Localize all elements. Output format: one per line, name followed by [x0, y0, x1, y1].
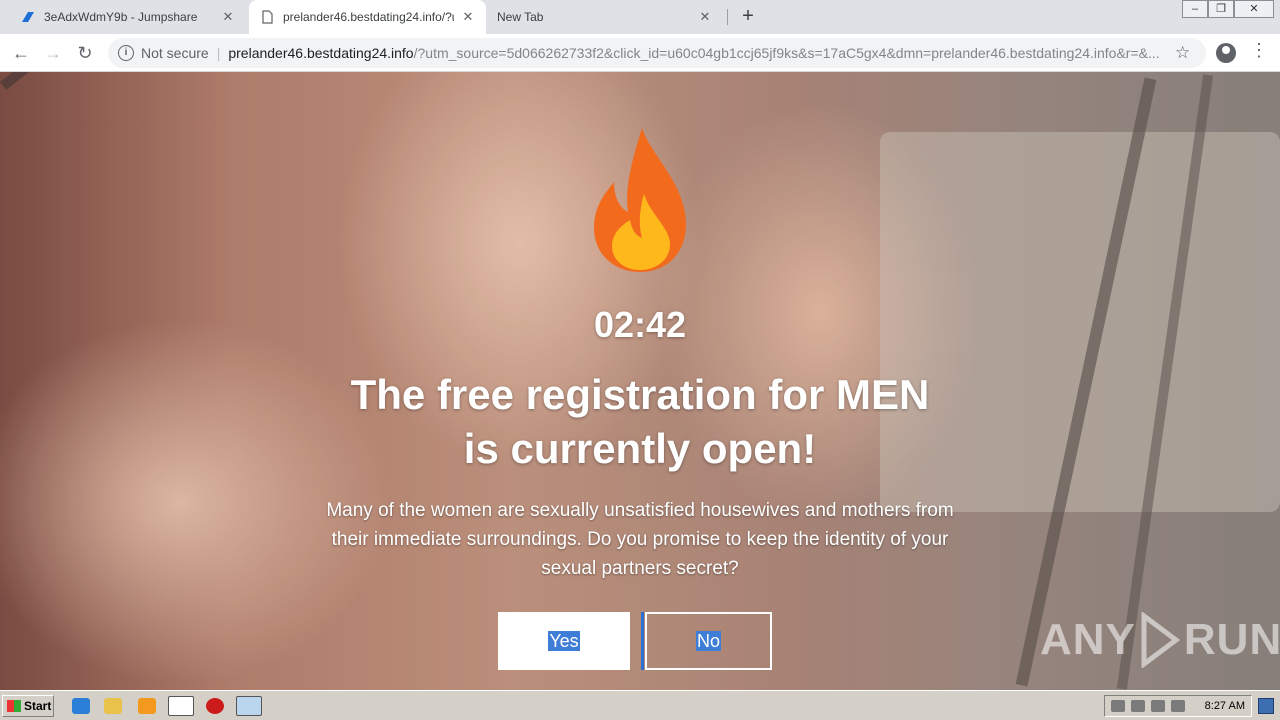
close-tab-icon[interactable]: ✕	[220, 9, 236, 25]
chrome-icon[interactable]	[168, 696, 194, 716]
close-icon[interactable]: ✕	[1234, 0, 1274, 18]
tab-separator	[727, 9, 728, 25]
play-logo-icon	[1141, 612, 1180, 668]
system-tray: 8:27 AM	[1104, 695, 1252, 717]
close-tab-icon[interactable]: ✕	[460, 9, 476, 25]
url-path: /?utm_source=5d066262733f2&click_id=u60c…	[413, 45, 1160, 61]
tab-title: 3eAdxWdmY9b - Jumpshare	[44, 10, 198, 24]
info-icon[interactable]: i	[118, 45, 134, 61]
text-cursor	[641, 612, 644, 670]
clock: 8:27 AM	[1204, 700, 1245, 712]
taskbar: Start 8:27 AM	[0, 690, 1280, 720]
minimize-icon[interactable]: –	[1182, 0, 1208, 18]
countdown-timer: 02:42	[593, 304, 687, 345]
no-label: No	[695, 631, 721, 651]
opera-icon[interactable]	[206, 698, 224, 714]
start-button[interactable]: Start	[2, 695, 54, 717]
anyrun-watermark: ANY RUN	[1040, 612, 1280, 668]
yes-button[interactable]: Yes	[498, 612, 630, 670]
ie-icon[interactable]	[72, 698, 90, 714]
kebab-menu-icon[interactable]: ⋮	[1250, 40, 1268, 61]
tab-prelander[interactable]: prelander46.bestdating24.info/?utm ✕	[249, 0, 486, 34]
tray-expand-icon[interactable]	[1111, 700, 1125, 712]
url-host: prelander46.bestdating24.info	[228, 45, 414, 61]
page-icon	[259, 9, 275, 25]
profile-avatar-icon[interactable]	[1216, 43, 1236, 63]
page-content: 02:42 The free registration for MEN is c…	[0, 72, 1280, 690]
flame-icon	[594, 128, 686, 272]
watermark-text-right: RUN	[1183, 615, 1280, 664]
security-label: Not secure	[141, 45, 209, 61]
start-label: Start	[24, 699, 52, 713]
media-player-icon[interactable]	[138, 698, 156, 714]
divider: |	[216, 45, 221, 61]
new-tab-button[interactable]: +	[736, 5, 760, 29]
headline: The free registration for MEN is current…	[350, 371, 930, 472]
browser-toolbar: ← → ↻ i Not secure | prelander46.bestdat…	[0, 34, 1280, 72]
forward-arrow-icon[interactable]: →	[40, 40, 66, 66]
bookmark-star-icon[interactable]: ☆	[1175, 43, 1190, 63]
tab-new-tab[interactable]: New Tab ✕	[487, 0, 723, 34]
windows-logo-icon	[7, 700, 21, 712]
yes-label: Yes	[548, 631, 580, 651]
close-tab-icon[interactable]: ✕	[697, 9, 713, 25]
no-button[interactable]: No	[645, 612, 772, 670]
folder-icon[interactable]	[104, 698, 122, 714]
tab-jumpshare[interactable]: 3eAdxWdmY9b - Jumpshare ✕	[10, 0, 246, 34]
notepad-icon[interactable]	[236, 696, 262, 716]
back-arrow-icon[interactable]: ←	[8, 40, 34, 66]
jumpshare-favicon-icon	[20, 9, 36, 25]
restore-icon[interactable]: ❐	[1208, 0, 1234, 18]
tab-title: New Tab	[497, 10, 544, 24]
reload-icon[interactable]: ↻	[72, 40, 98, 66]
flag-icon[interactable]	[1171, 700, 1185, 712]
tab-title: prelander46.bestdating24.info/?utm	[283, 10, 454, 24]
watermark-text-left: ANY	[1040, 615, 1136, 664]
show-desktop-icon[interactable]	[1258, 698, 1274, 714]
tab-strip: 3eAdxWdmY9b - Jumpshare ✕ prelander46.be…	[0, 0, 1280, 34]
body-text: Many of the women are sexually unsatisfi…	[326, 500, 954, 579]
network-icon[interactable]	[1131, 700, 1145, 712]
address-bar[interactable]: i Not secure | prelander46.bestdating24.…	[108, 38, 1206, 68]
volume-icon[interactable]	[1151, 700, 1165, 712]
